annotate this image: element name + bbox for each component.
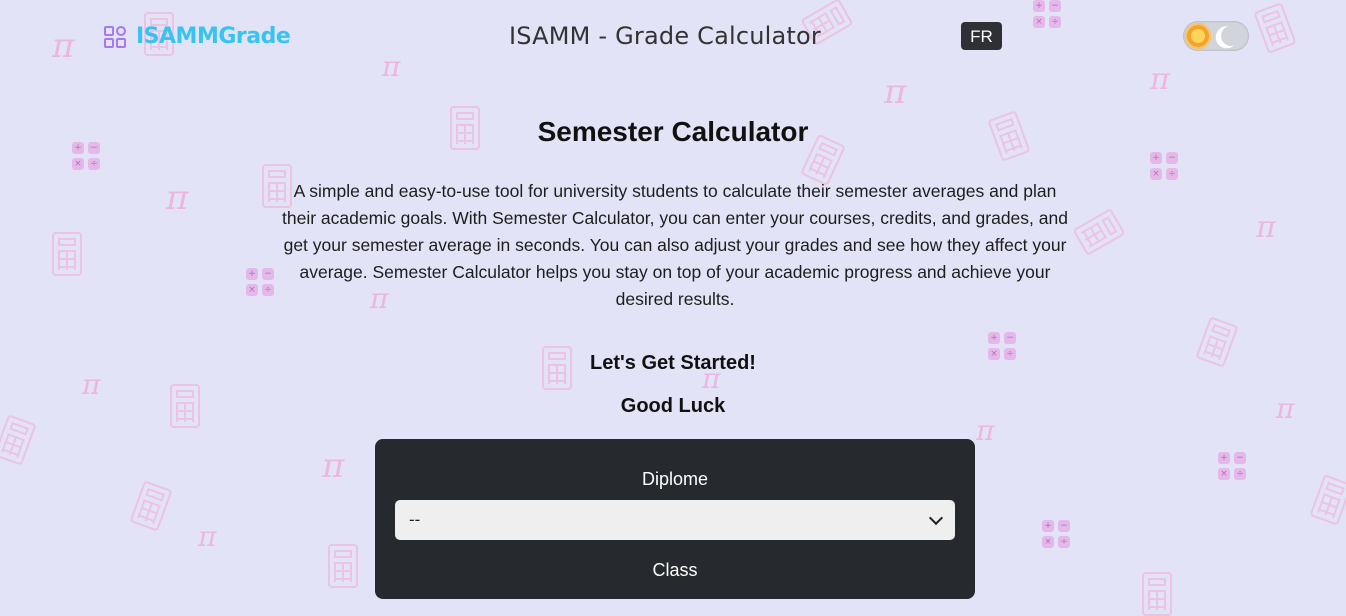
sun-icon <box>1185 23 1211 49</box>
chevron-down-icon <box>928 510 944 526</box>
diplome-select[interactable]: -- <box>395 500 955 540</box>
app-title: ISAMM - Grade Calculator <box>509 22 821 50</box>
good-luck-heading: Good Luck <box>620 395 726 417</box>
calculator-form: Diplome -- Class <box>375 439 975 599</box>
intro-text: A simple and easy-to-use tool for univer… <box>282 181 1068 309</box>
get-started-heading: Let's Get Started! <box>590 352 756 374</box>
logo-text: ISAMMGrade <box>136 24 291 49</box>
page-heading: Semester Calculator <box>537 116 809 147</box>
class-label: Class <box>652 560 698 580</box>
logo[interactable]: ISAMMGrade <box>104 24 291 49</box>
diplome-label: Diplome <box>641 469 709 489</box>
language-toggle-button[interactable]: FR <box>961 22 1002 50</box>
grid-logo-icon <box>104 25 126 48</box>
theme-toggle[interactable] <box>1183 21 1249 51</box>
top-bar: ISAMMGrade ISAMM - Grade Calculator FR <box>0 0 1346 72</box>
diplome-selected-value: -- <box>409 510 421 529</box>
moon-icon <box>1219 24 1242 47</box>
